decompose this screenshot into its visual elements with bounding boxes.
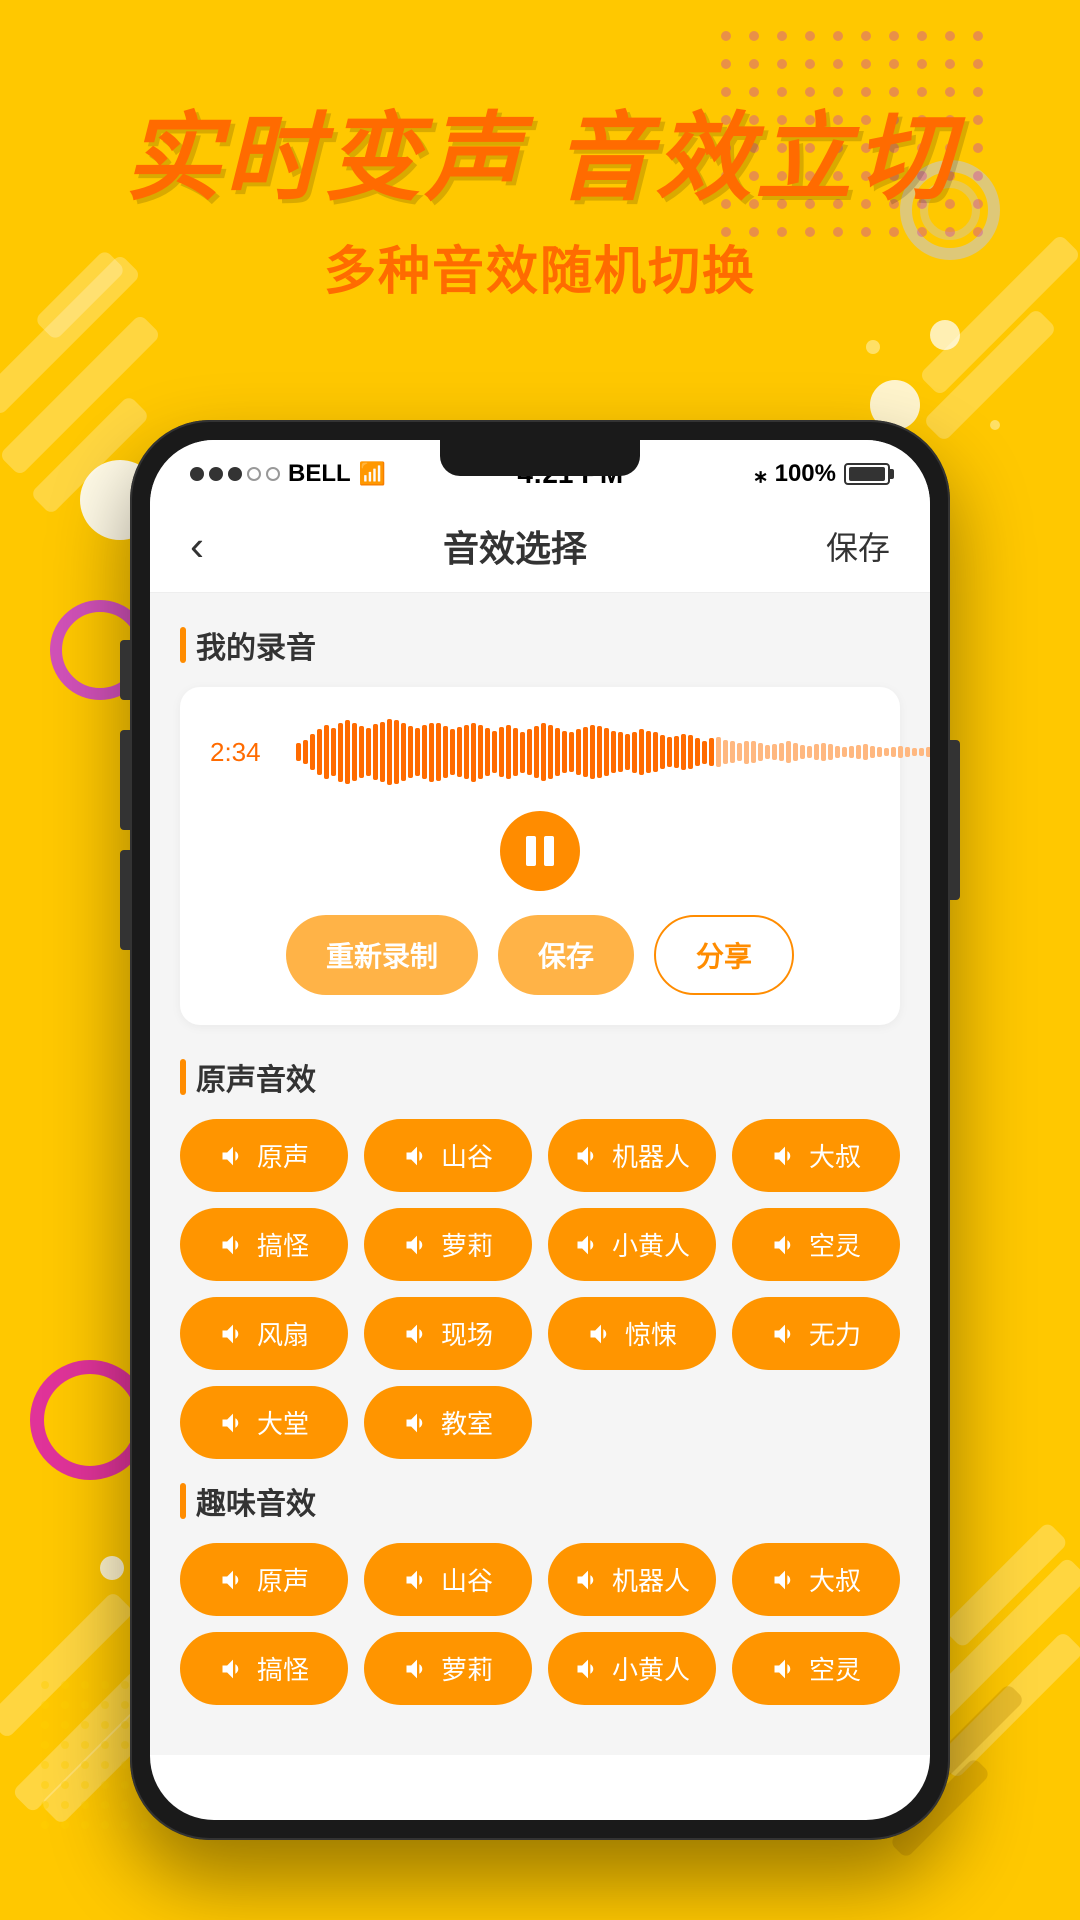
time-start: 2:34 bbox=[210, 737, 280, 768]
effect-button[interactable]: 萝莉 bbox=[364, 1632, 532, 1705]
header-area: 实时变声 音效立切 多种音效随机切换 bbox=[0, 80, 1080, 304]
phone-notch bbox=[440, 440, 640, 476]
carrier-label: BELL bbox=[288, 460, 351, 488]
effect-button[interactable]: 大堂 bbox=[180, 1386, 348, 1459]
battery-tip bbox=[890, 469, 894, 479]
save-button[interactable]: 保存 bbox=[498, 915, 634, 995]
section-accent-1 bbox=[180, 627, 186, 663]
effect-button[interactable]: 原声 bbox=[180, 1543, 348, 1616]
dot-2 bbox=[209, 467, 223, 481]
phone-mockup: BELL 📶 4:21 PM ⁎ 100% ‹ 音效选择 保存 bbox=[130, 420, 950, 1840]
main-title: 实时变声 音效立切 bbox=[0, 80, 1080, 219]
dot-1 bbox=[190, 467, 204, 481]
play-controls bbox=[210, 811, 870, 891]
effect-button[interactable]: 山谷 bbox=[364, 1543, 532, 1616]
effect-button[interactable]: 山谷 bbox=[364, 1119, 532, 1192]
status-right: ⁎ 100% bbox=[755, 460, 890, 489]
effects-grid-row2: 搞怪 萝莉 小黄人 空灵 bbox=[180, 1208, 900, 1281]
re-record-button[interactable]: 重新录制 bbox=[286, 915, 478, 995]
effect-button[interactable]: 小黄人 bbox=[548, 1208, 716, 1281]
section-accent-2 bbox=[180, 1059, 186, 1095]
effect-button[interactable]: 萝莉 bbox=[364, 1208, 532, 1281]
effects-grid-row4: 大堂 教室 bbox=[180, 1386, 900, 1459]
phone-frame: BELL 📶 4:21 PM ⁎ 100% ‹ 音效选择 保存 bbox=[130, 420, 950, 1840]
effects-grid2-row2: 搞怪 萝莉 小黄人 空灵 bbox=[180, 1632, 900, 1705]
effect-button[interactable]: 风扇 bbox=[180, 1297, 348, 1370]
effect-button[interactable]: 惊悚 bbox=[548, 1297, 716, 1370]
recording-section-title: 我的录音 bbox=[180, 623, 900, 667]
status-left: BELL 📶 bbox=[190, 460, 386, 488]
effect-button[interactable]: 无力 bbox=[732, 1297, 900, 1370]
bluetooth-icon: ⁎ bbox=[755, 460, 767, 489]
battery-fill bbox=[849, 467, 885, 481]
pause-bar-2 bbox=[544, 836, 554, 866]
nav-title: 音效选择 bbox=[443, 520, 587, 572]
back-button[interactable]: ‹ bbox=[190, 522, 204, 570]
effects-title-1: 原声音效 bbox=[180, 1055, 900, 1099]
effect-button[interactable]: 空灵 bbox=[732, 1208, 900, 1281]
effects-section-2: 趣味音效 原声 山谷 机器人 大叔 搞怪 萝莉 小黄人 空灵 bbox=[180, 1479, 900, 1705]
section-accent-3 bbox=[180, 1483, 186, 1519]
effect-button[interactable]: 空灵 bbox=[732, 1632, 900, 1705]
effect-button[interactable]: 原声 bbox=[180, 1119, 348, 1192]
pause-icon bbox=[526, 836, 554, 866]
dot-5 bbox=[266, 467, 280, 481]
effects-title-2: 趣味音效 bbox=[180, 1479, 900, 1523]
effect-button[interactable]: 现场 bbox=[364, 1297, 532, 1370]
waveform-row: 2:34 3:20 bbox=[210, 717, 870, 787]
wifi-icon: 📶 bbox=[359, 461, 386, 487]
waveform-visual bbox=[296, 717, 930, 787]
waveform-card: 2:34 3:20 bbox=[180, 687, 900, 1025]
dot-4 bbox=[247, 467, 261, 481]
effects-grid-row1: 原声 山谷 机器人 大叔 bbox=[180, 1119, 900, 1192]
pause-button[interactable] bbox=[500, 811, 580, 891]
share-button[interactable]: 分享 bbox=[654, 915, 794, 995]
effect-button[interactable]: 小黄人 bbox=[548, 1632, 716, 1705]
nav-bar: ‹ 音效选择 保存 bbox=[150, 500, 930, 593]
content-area: 我的录音 2:34 3:20 bbox=[150, 593, 930, 1755]
pause-bar-1 bbox=[526, 836, 536, 866]
signal-dots bbox=[190, 467, 280, 481]
effect-button[interactable]: 搞怪 bbox=[180, 1208, 348, 1281]
effect-button[interactable]: 教室 bbox=[364, 1386, 532, 1459]
effect-button[interactable]: 搞怪 bbox=[180, 1632, 348, 1705]
dot-3 bbox=[228, 467, 242, 481]
battery-percent: 100% bbox=[775, 460, 836, 488]
effects-grid2-row1: 原声 山谷 机器人 大叔 bbox=[180, 1543, 900, 1616]
effects-grid-row3: 风扇 现场 惊悚 无力 bbox=[180, 1297, 900, 1370]
effect-button[interactable]: 机器人 bbox=[548, 1543, 716, 1616]
effects-section-1: 原声音效 原声 山谷 机器人 大叔 搞怪 萝莉 小黄人 空灵 风扇 现场 bbox=[180, 1055, 900, 1459]
phone-screen: BELL 📶 4:21 PM ⁎ 100% ‹ 音效选择 保存 bbox=[150, 440, 930, 1820]
effect-button[interactable]: 机器人 bbox=[548, 1119, 716, 1192]
effect-button[interactable]: 大叔 bbox=[732, 1543, 900, 1616]
action-buttons: 重新录制 保存 分享 bbox=[210, 915, 870, 995]
nav-save-button[interactable]: 保存 bbox=[826, 523, 890, 569]
battery-icon bbox=[844, 463, 890, 485]
effect-button[interactable]: 大叔 bbox=[732, 1119, 900, 1192]
sub-title: 多种音效随机切换 bbox=[0, 229, 1080, 304]
